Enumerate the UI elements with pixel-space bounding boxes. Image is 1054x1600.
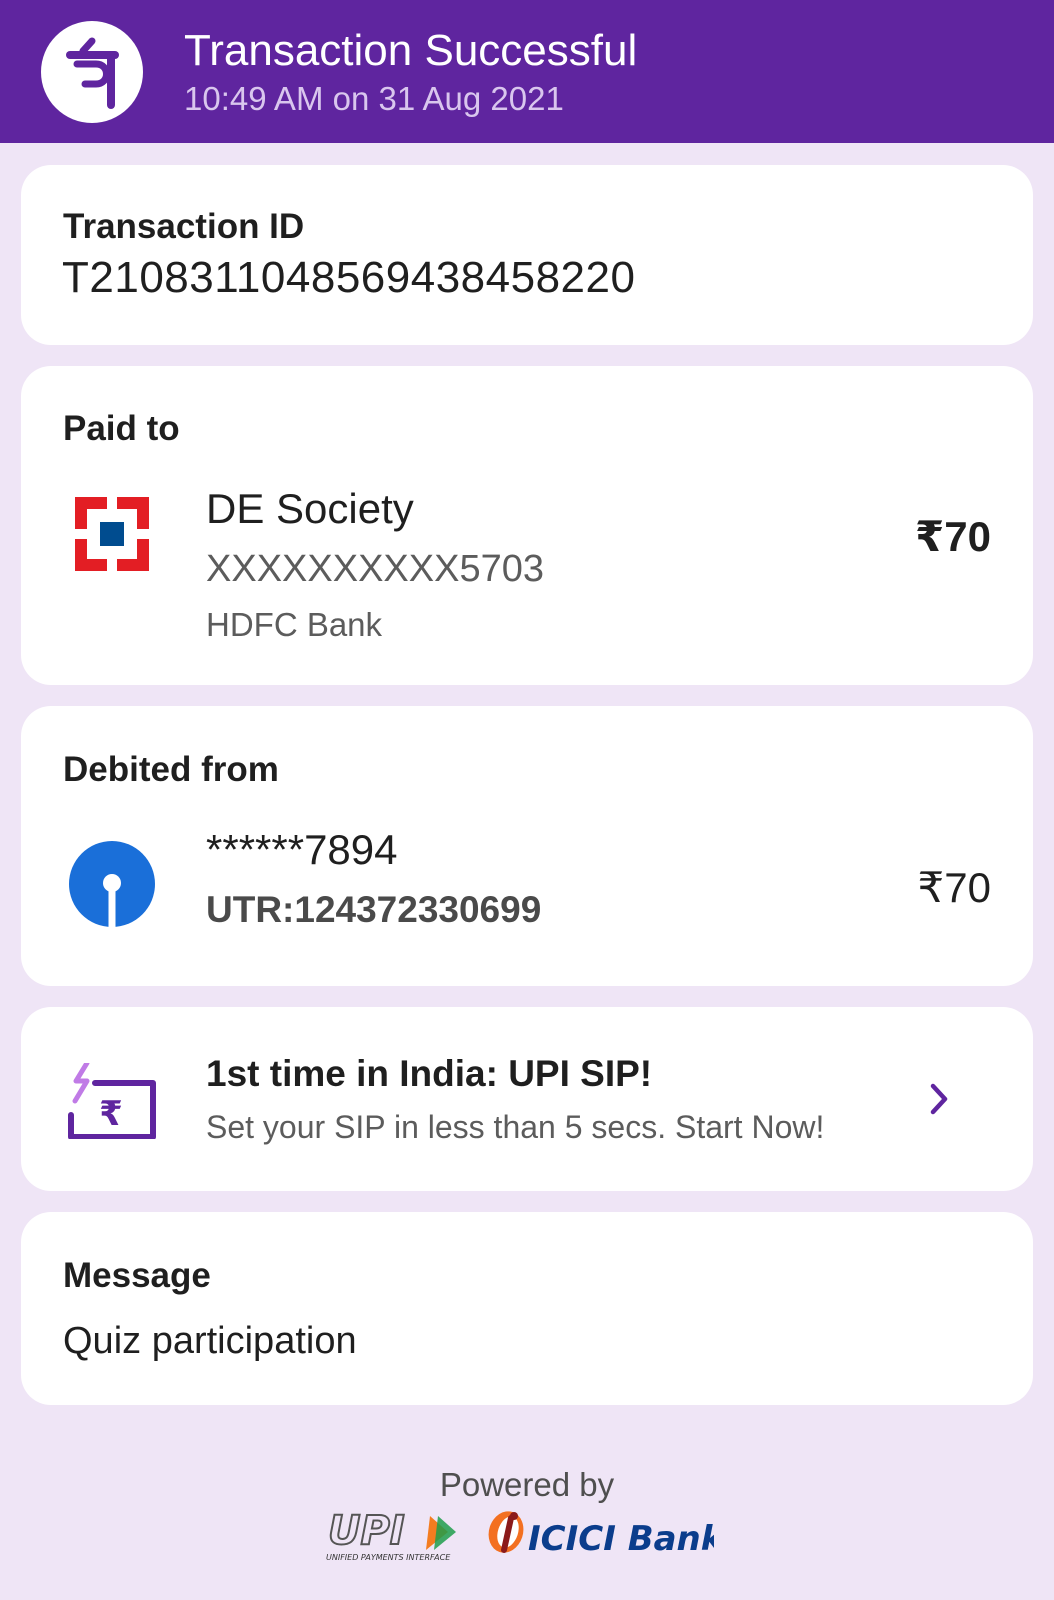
paid-to-card[interactable]: Paid to DE Society XXXXXXXXXX5703 HDFC B… — [21, 366, 1033, 685]
powered-by-label: Powered by — [439, 1466, 615, 1503]
message-text: Quiz participation — [63, 1320, 357, 1362]
debit-account-number: ******7894 — [206, 826, 398, 873]
svg-text:UNIFIED PAYMENTS INTERFACE: UNIFIED PAYMENTS INTERFACE — [326, 1553, 451, 1562]
upi-logo: UPI UNIFIED PAYMENTS INTERFACE — [326, 1507, 468, 1567]
message-label: Message — [63, 1256, 211, 1295]
payee-name: DE Society — [206, 485, 414, 532]
payee-bank-name: HDFC Bank — [206, 606, 383, 643]
promo-subtitle: Set your SIP in less than 5 secs. Start … — [206, 1109, 825, 1145]
transaction-id-label: Transaction ID — [63, 207, 305, 246]
sbi-logo-icon — [69, 841, 155, 932]
debited-from-label: Debited from — [63, 750, 279, 789]
svg-text:UPI: UPI — [328, 1508, 405, 1554]
debited-amount: ₹70 — [917, 864, 991, 911]
page-title: Transaction Successful — [184, 26, 638, 75]
utr-number[interactable]: UTR:124372330699 — [206, 889, 541, 931]
svg-text:ICICI Bank: ICICI Bank — [528, 1519, 714, 1559]
upi-sip-promo-card[interactable]: ₹ 1st time in India: UPI SIP! Set your S… — [21, 1007, 1033, 1191]
promo-title: 1st time in India: UPI SIP! — [206, 1053, 653, 1094]
hdfc-bank-logo-icon — [75, 497, 149, 576]
sip-rupee-icon: ₹ — [67, 1060, 157, 1144]
transaction-datetime: 10:49 AM on 31 Aug 2021 — [184, 80, 564, 117]
transaction-id-card[interactable]: Transaction ID T2108311048569438458220 — [21, 165, 1033, 345]
chevron-right-icon[interactable] — [926, 1081, 952, 1122]
paid-to-label: Paid to — [63, 409, 180, 448]
debited-from-card[interactable]: Debited from ******7894 UTR:124372330699… — [21, 706, 1033, 986]
svg-text:₹: ₹ — [99, 1094, 123, 1134]
paid-amount: ₹70 — [915, 513, 991, 560]
message-card: Message Quiz participation — [21, 1212, 1033, 1405]
transaction-header: Transaction Successful 10:49 AM on 31 Au… — [0, 0, 1054, 143]
transaction-id-value[interactable]: T2108311048569438458220 — [62, 253, 635, 303]
phonepe-logo-icon — [41, 21, 143, 123]
icici-bank-logo: ICICI Bank — [484, 1508, 726, 1567]
payee-account-number: XXXXXXXXXX5703 — [206, 548, 544, 590]
